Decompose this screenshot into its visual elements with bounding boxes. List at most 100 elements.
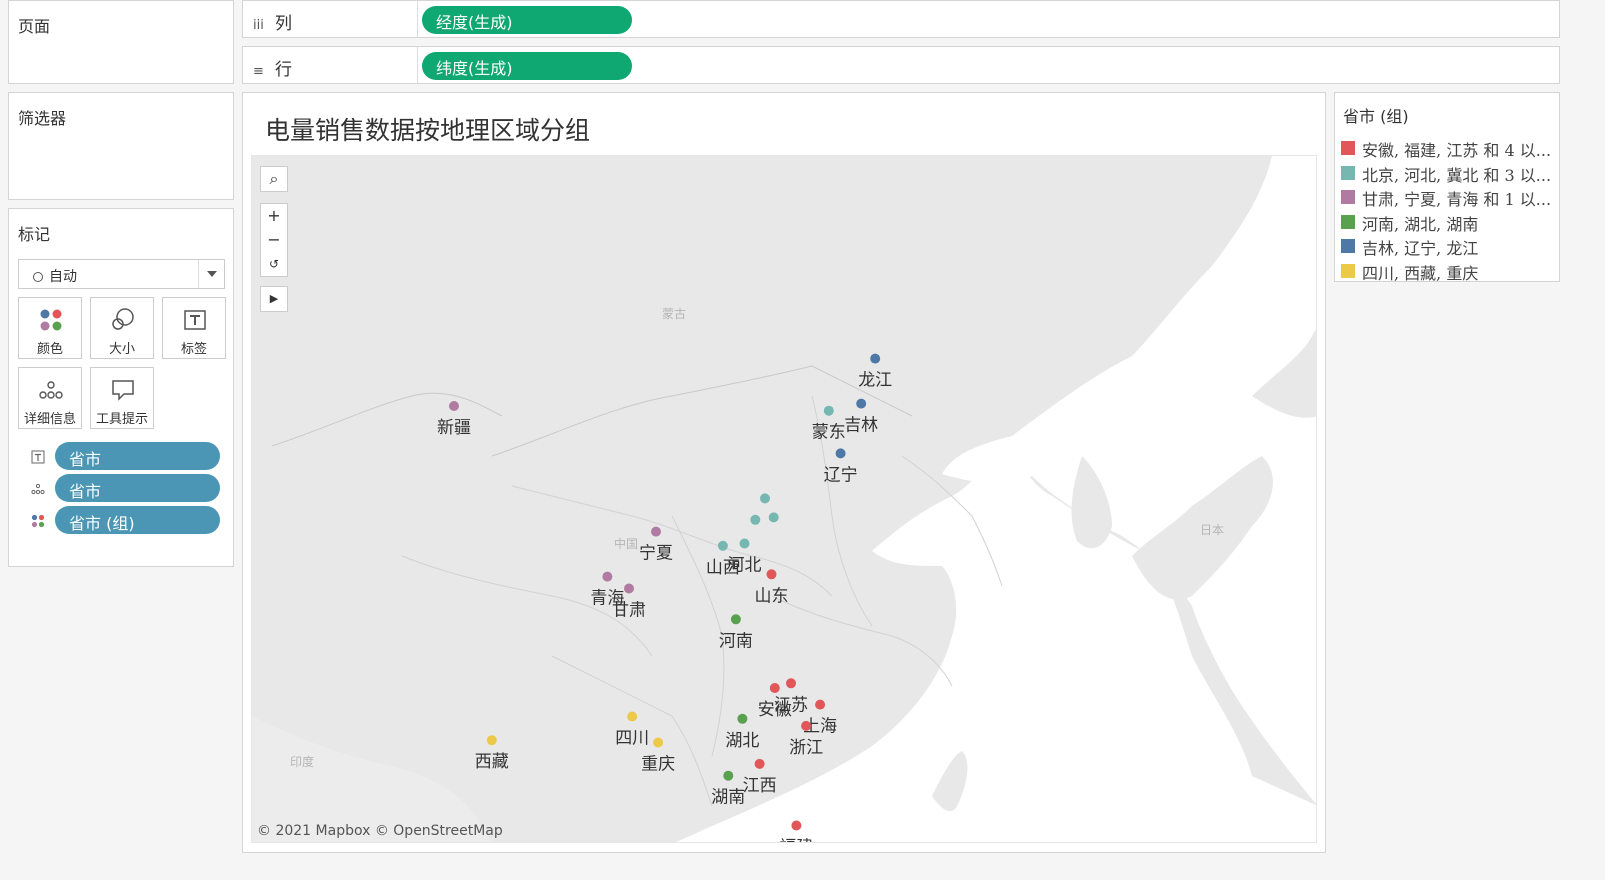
map-point[interactable] bbox=[754, 758, 765, 769]
marks-title: 标记 bbox=[18, 225, 51, 244]
label-label: 标签 bbox=[180, 342, 207, 357]
map-point-label: 龙江 bbox=[858, 371, 892, 391]
map-point[interactable] bbox=[823, 405, 834, 416]
map-point[interactable] bbox=[449, 401, 459, 411]
zoom-out-icon[interactable]: − bbox=[261, 228, 287, 252]
legend-item[interactable]: 河南, 湖北, 湖南 bbox=[1341, 211, 1553, 233]
play-arrow-icon[interactable]: ▶ bbox=[261, 287, 287, 311]
basemap-label-china: 中国 bbox=[614, 536, 638, 551]
map-attribution[interactable]: © 2021 Mapbox © OpenStreetMap bbox=[257, 823, 503, 839]
detail-label: 详细信息 bbox=[23, 412, 76, 427]
map-point[interactable] bbox=[768, 512, 779, 523]
legend-item[interactable]: 吉林, 辽宁, 龙江 bbox=[1341, 235, 1553, 257]
legend-label: 吉林, 辽宁, 龙江 bbox=[1362, 239, 1479, 257]
map-point[interactable] bbox=[624, 583, 634, 594]
filters-card[interactable]: 筛选器 bbox=[8, 92, 234, 200]
color-label: 颜色 bbox=[36, 342, 63, 357]
map-point-label: 湖南 bbox=[711, 788, 745, 808]
legend-label: 河南, 湖北, 湖南 bbox=[1362, 214, 1479, 233]
longitude-pill[interactable]: 经度(生成) bbox=[422, 6, 632, 34]
pill-color-province-group[interactable]: 省市 (组) bbox=[55, 506, 220, 534]
map-point[interactable] bbox=[791, 820, 802, 831]
legend-item[interactable]: 四川, 西藏, 重庆 bbox=[1341, 260, 1553, 282]
legend-item[interactable]: 北京, 河北, 冀北 和 3 以... bbox=[1341, 162, 1553, 184]
rows-shelf[interactable]: ≡ 行 纬度(生成) bbox=[242, 46, 1560, 84]
label-button[interactable]: 标签 bbox=[162, 297, 226, 359]
map-point-label: 安徽 bbox=[758, 700, 792, 720]
legend-swatch bbox=[1341, 190, 1355, 204]
legend-item[interactable]: 甘肃, 宁夏, 青海 和 1 以... bbox=[1341, 186, 1553, 208]
map-point-label: 辽宁 bbox=[824, 465, 858, 485]
color-icon bbox=[19, 306, 81, 338]
map-point[interactable] bbox=[723, 770, 734, 781]
map-point-label: 四川 bbox=[615, 729, 649, 749]
size-button[interactable]: 大小 bbox=[90, 297, 154, 359]
map-point[interactable] bbox=[769, 683, 780, 693]
text-label-icon bbox=[163, 306, 225, 338]
map-point[interactable] bbox=[750, 514, 761, 525]
rows-label-text: 行 bbox=[275, 60, 292, 80]
map-point[interactable] bbox=[737, 713, 748, 724]
basemap: 蒙古 中国 日本 印度 bbox=[252, 156, 1316, 842]
color-button[interactable]: 颜色 bbox=[18, 297, 82, 359]
legend-title: 省市 (组) bbox=[1343, 107, 1409, 126]
map-svg: 蒙古 中国 日本 印度 龙江蒙东吉林辽宁新疆河北山西甘肃宁夏青海 山东河南江苏安徽… bbox=[252, 156, 1316, 844]
legend-label: 北京, 河北, 冀北 和 3 以... bbox=[1362, 165, 1552, 184]
map-search-control[interactable]: ⌕ bbox=[260, 166, 288, 192]
map-point[interactable] bbox=[815, 699, 826, 710]
map-point-label: 山西 bbox=[706, 558, 740, 578]
filters-title: 筛选器 bbox=[18, 109, 67, 128]
map-point[interactable] bbox=[739, 538, 750, 549]
map-point-label: 宁夏 bbox=[639, 544, 673, 564]
reset-map-icon[interactable]: ↺ bbox=[261, 252, 287, 276]
pill-detail-province[interactable]: 省市 bbox=[55, 474, 220, 502]
map-point[interactable] bbox=[801, 720, 812, 731]
latitude-pill[interactable]: 纬度(生成) bbox=[422, 52, 632, 80]
map-point[interactable] bbox=[786, 678, 796, 689]
detail-icon bbox=[19, 376, 81, 408]
legend-item[interactable]: 安徽, 福建, 江苏 和 4 以... bbox=[1341, 137, 1553, 159]
map-point[interactable] bbox=[760, 493, 770, 504]
text-label-icon bbox=[31, 450, 45, 464]
map-point[interactable] bbox=[651, 526, 661, 537]
map-point[interactable] bbox=[730, 614, 741, 625]
columns-shelf[interactable]: iii 列 经度(生成) bbox=[242, 0, 1560, 38]
pages-card[interactable]: 页面 bbox=[8, 0, 234, 84]
map-point[interactable] bbox=[486, 735, 497, 746]
map-point-label: 浙江 bbox=[789, 738, 823, 758]
basemap-label-india: 印度 bbox=[290, 754, 314, 769]
map-point-label: 西藏 bbox=[475, 752, 509, 772]
map-point-label: 江西 bbox=[743, 776, 777, 796]
map-point[interactable] bbox=[653, 737, 664, 748]
map-point[interactable] bbox=[856, 398, 867, 409]
zoom-in-icon[interactable]: + bbox=[261, 204, 287, 228]
map-point[interactable] bbox=[870, 353, 881, 364]
detail-button[interactable]: 详细信息 bbox=[18, 367, 82, 429]
map-toolbar-toggle[interactable]: ▶ bbox=[260, 286, 288, 312]
map-point-label: 湖北 bbox=[725, 731, 759, 751]
map-point[interactable] bbox=[602, 571, 613, 582]
map-point[interactable] bbox=[835, 448, 846, 459]
mark-type-dropdown[interactable]: 自动 bbox=[18, 259, 225, 289]
map[interactable]: 蒙古 中国 日本 印度 龙江 蒙东 吉林 辽宁 新疆 河北 山西 甘肃 宁夏 青海 山东 河南 江苏 安徽… bbox=[251, 155, 1317, 843]
legend-swatch bbox=[1341, 165, 1355, 180]
pill-label-province[interactable]: 省市 bbox=[55, 442, 220, 470]
tooltip-button[interactable]: 工具提示 bbox=[90, 367, 154, 429]
basemap-label-mongolia: 蒙古 bbox=[662, 306, 686, 321]
legend-label: 安徽, 福建, 江苏 和 4 以... bbox=[1362, 141, 1552, 159]
map-point[interactable] bbox=[766, 569, 777, 580]
search-icon[interactable]: ⌕ bbox=[261, 167, 287, 191]
map-point[interactable] bbox=[717, 540, 728, 551]
map-point[interactable] bbox=[627, 711, 638, 722]
view-panel: 电量销售数据按地理区域分组 蒙古 中国 日本 印度 龙江 蒙东 吉林 辽宁 新疆… bbox=[242, 92, 1326, 853]
map-zoom-controls: + − ↺ bbox=[260, 203, 288, 277]
map-point-label: 山东 bbox=[755, 586, 789, 606]
map-point-label: 蒙东 bbox=[812, 423, 846, 443]
basemap-label-japan: 日本 bbox=[1200, 523, 1224, 537]
map-point-label: 青海 bbox=[590, 589, 624, 609]
circle-mark-icon bbox=[33, 272, 43, 282]
map-point-label: 福建 bbox=[779, 838, 813, 844]
size-label: 大小 bbox=[108, 342, 135, 357]
chevron-down-icon[interactable] bbox=[198, 260, 224, 288]
detail-icon bbox=[31, 483, 45, 495]
